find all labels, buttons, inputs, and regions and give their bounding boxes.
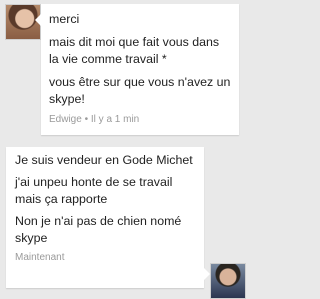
outgoing-message: j'ai unpeu honte de se travail mais ça r…: [15, 175, 173, 206]
incoming-timestamp: Il y a 1 min: [90, 114, 140, 125]
outgoing-message: Non je n'ai pas de chien nomé skype: [15, 214, 182, 245]
incoming-message: vous être sur que vous n'avez un skype!: [49, 75, 231, 106]
incoming-message-bubble: merci mais dit moi que fait vous dans la…: [35, 4, 239, 135]
meta-separator: •: [84, 114, 89, 125]
outgoing-meta: Maintenant: [15, 252, 196, 263]
outgoing-message-bubble: Je suis vendeur en Gode Michet j'ai unpe…: [6, 147, 210, 288]
sender-name: Edwige: [49, 114, 82, 125]
user-avatar[interactable]: [210, 263, 246, 299]
outgoing-message: Je suis vendeur en Gode Michet: [15, 153, 193, 167]
outgoing-timestamp: Maintenant: [15, 252, 65, 263]
incoming-meta: Edwige • Il y a 1 min: [49, 114, 231, 125]
incoming-message: merci: [49, 12, 80, 26]
incoming-message: mais dit moi que fait vous dans la vie c…: [49, 35, 220, 66]
